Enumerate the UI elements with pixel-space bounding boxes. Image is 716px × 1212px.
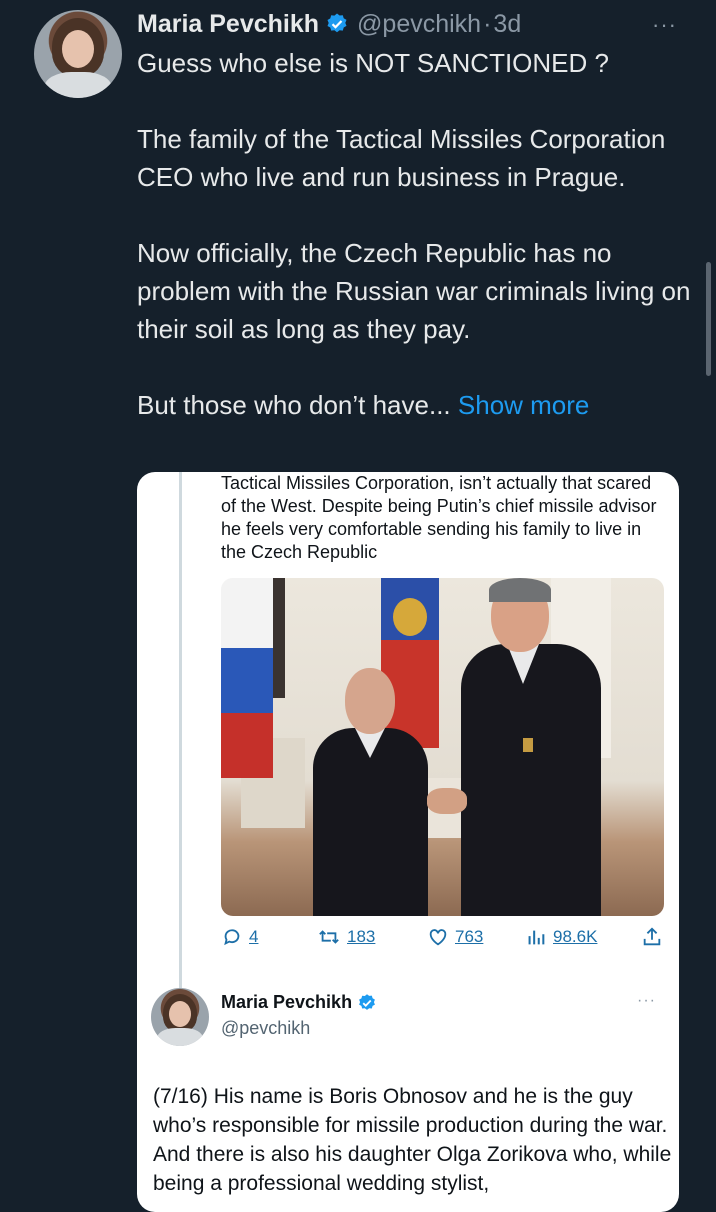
tweet-header: Maria Pevchikh @pevchikh · 3d — [137, 6, 521, 42]
card-tweet-text: Tactical Missiles Corporation, isn’t act… — [221, 473, 657, 562]
share-icon — [643, 927, 661, 946]
author-avatar[interactable] — [34, 10, 122, 98]
views-button[interactable]: 98.6K — [525, 926, 597, 948]
tweet-paragraph: Now officially, the Czech Republic has n… — [137, 238, 691, 344]
like-count: 763 — [455, 927, 484, 946]
tweet-paragraph: Guess who else is NOT SANCTIONED ? — [137, 48, 609, 78]
verified-badge-icon — [327, 13, 347, 33]
views-chart-icon — [528, 930, 545, 945]
author-handle[interactable]: @pevchikh — [357, 10, 481, 39]
quoted-paragraph: (7/16) His name is Boris Obnosov and he … — [153, 1085, 672, 1195]
quoted-tweet-text: (7/16) His name is Boris Obnosov and he … — [153, 1082, 673, 1198]
retweet-count: 183 — [347, 927, 376, 946]
reply-icon — [224, 929, 240, 946]
retweet-button[interactable]: 183 — [317, 926, 375, 948]
quoted-author-handle[interactable]: @pevchikh — [221, 1018, 310, 1039]
tweet[interactable]: Maria Pevchikh @pevchikh · 3d ··· Guess … — [0, 0, 716, 1212]
quoted-author-avatar[interactable] — [151, 988, 209, 1046]
tweet-paragraph-last: But those who don’t have... Show more — [137, 386, 707, 424]
show-more-link[interactable]: Show more — [458, 390, 590, 420]
more-options-icon[interactable]: ··· — [652, 12, 677, 38]
views-count: 98.6K — [553, 927, 598, 946]
reply-button[interactable]: 4 — [221, 926, 258, 948]
like-button[interactable]: 763 — [427, 926, 483, 948]
tweet-paragraph-truncated: But those who don’t have... — [137, 390, 451, 420]
author-name[interactable]: Maria Pevchikh — [137, 10, 319, 39]
scrollbar[interactable] — [706, 262, 711, 376]
tweet-body: Guess who else is NOT SANCTIONED ? The f… — [137, 44, 707, 424]
verified-badge-icon — [359, 993, 375, 1010]
retweet-icon — [319, 930, 339, 944]
quoted-author-name[interactable]: Maria Pevchikh — [221, 992, 352, 1013]
tweet-timestamp[interactable]: 3d — [493, 10, 521, 39]
handshake-photo[interactable] — [221, 578, 664, 916]
quoted-more-options-icon[interactable]: ··· — [637, 992, 656, 1010]
attached-screenshot-card[interactable]: Tactical Missiles Corporation, isn’t act… — [137, 472, 679, 1212]
share-button[interactable] — [641, 926, 669, 948]
tweet-actions-bar: 4 183 763 98.6K — [221, 926, 664, 954]
thread-connector-line — [179, 472, 182, 988]
tweet-paragraph: The family of the Tactical Missiles Corp… — [137, 124, 666, 192]
reply-count: 4 — [249, 927, 259, 946]
quoted-author-name-row[interactable]: Maria Pevchikh — [221, 992, 377, 1013]
heart-icon — [429, 929, 447, 946]
separator-dot: · — [483, 9, 492, 38]
